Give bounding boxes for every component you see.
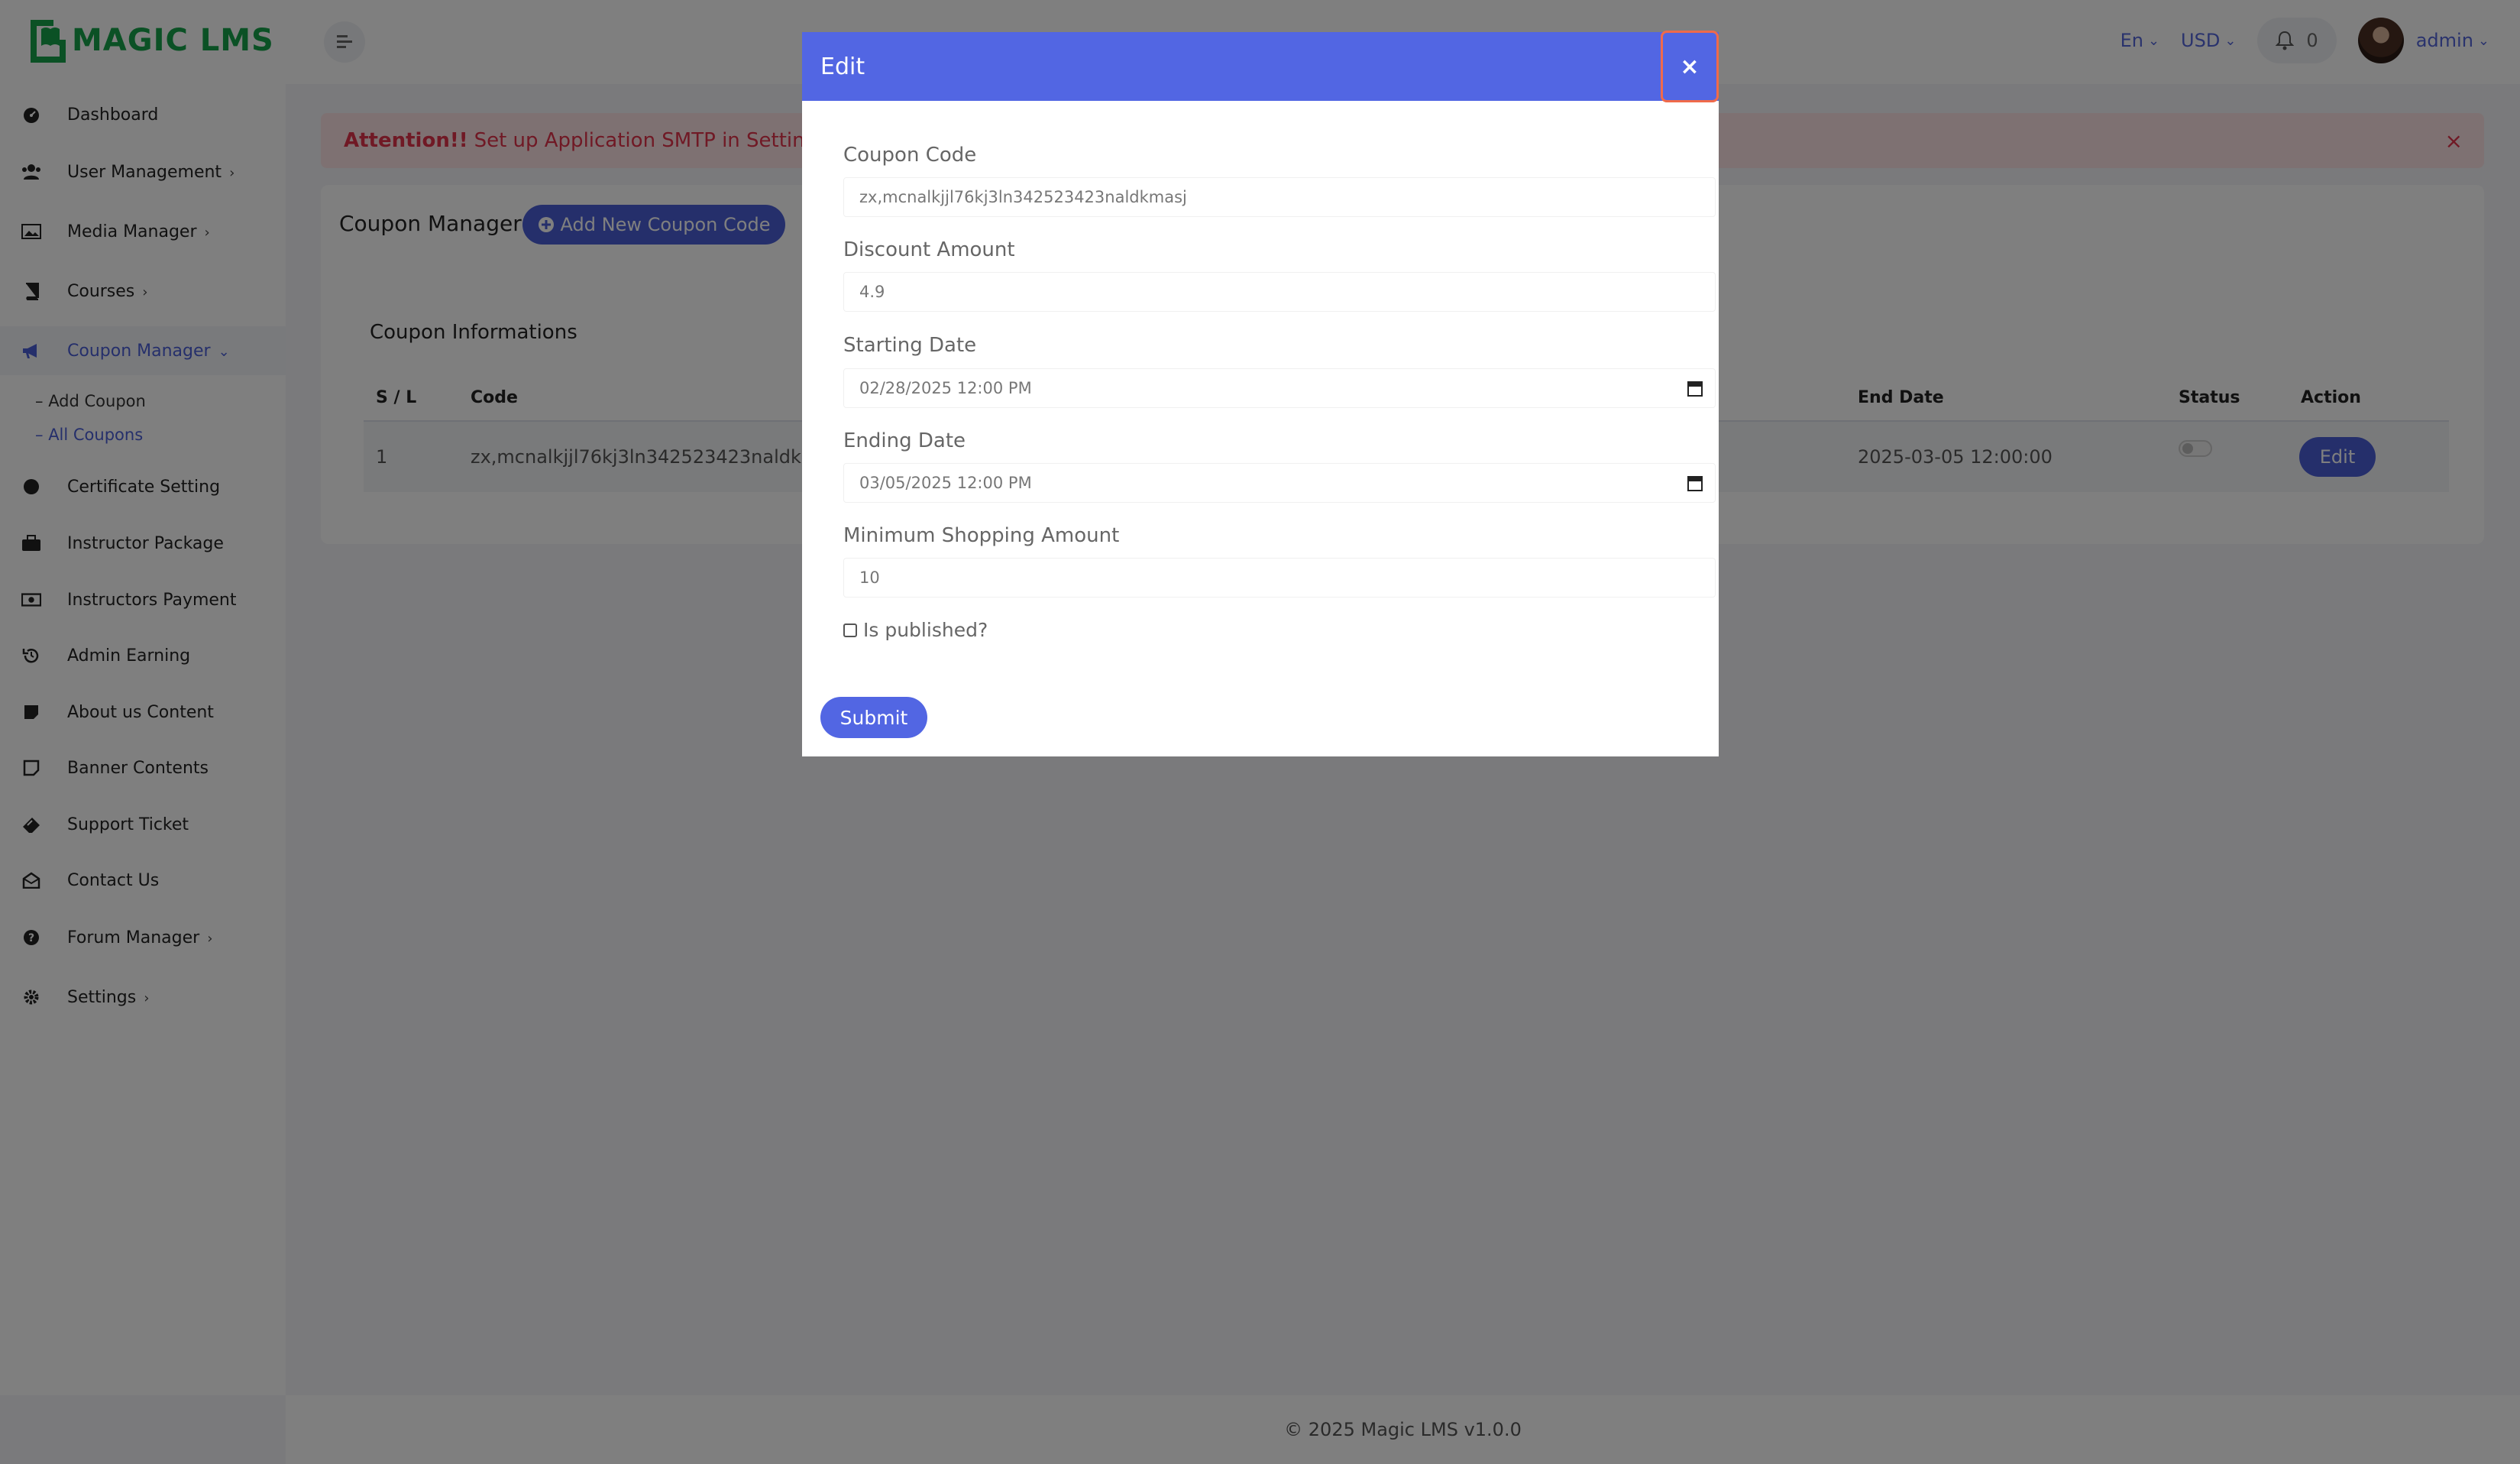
edit-coupon-modal: Edit × Coupon Code zx,mcnalkjjl76kj3ln34… xyxy=(802,31,1719,756)
is-published-row: Is published? xyxy=(843,619,988,641)
starting-date-label: Starting Date xyxy=(843,334,977,357)
calendar-icon[interactable] xyxy=(1687,475,1703,491)
coupon-code-input[interactable]: zx,mcnalkjjl76kj3ln342523423naldkmasj xyxy=(843,177,1716,217)
minimum-shopping-value: 10 xyxy=(859,568,880,587)
is-published-checkbox[interactable] xyxy=(843,623,857,637)
modal-close-button[interactable]: × xyxy=(1661,31,1719,102)
ending-date-input[interactable]: 03/05/2025 12:00 PM xyxy=(843,463,1716,503)
close-icon: × xyxy=(1680,53,1700,80)
ending-date-label: Ending Date xyxy=(843,429,966,452)
starting-date-input[interactable]: 02/28/2025 12:00 PM xyxy=(843,368,1716,408)
coupon-code-label: Coupon Code xyxy=(843,144,977,167)
submit-button[interactable]: Submit xyxy=(820,697,927,738)
ending-date-value: 03/05/2025 12:00 PM xyxy=(859,474,1032,492)
calendar-icon[interactable] xyxy=(1687,380,1703,397)
modal-title: Edit xyxy=(820,53,865,80)
discount-amount-label: Discount Amount xyxy=(843,238,1015,261)
starting-date-value: 02/28/2025 12:00 PM xyxy=(859,379,1032,397)
discount-amount-value: 4.9 xyxy=(859,283,885,301)
coupon-code-value: zx,mcnalkjjl76kj3ln342523423naldkmasj xyxy=(859,188,1187,206)
discount-amount-input[interactable]: 4.9 xyxy=(843,272,1716,312)
minimum-shopping-input[interactable]: 10 xyxy=(843,558,1716,598)
is-published-label: Is published? xyxy=(863,619,988,641)
minimum-shopping-label: Minimum Shopping Amount xyxy=(843,524,1120,547)
modal-header: Edit × xyxy=(802,31,1719,102)
